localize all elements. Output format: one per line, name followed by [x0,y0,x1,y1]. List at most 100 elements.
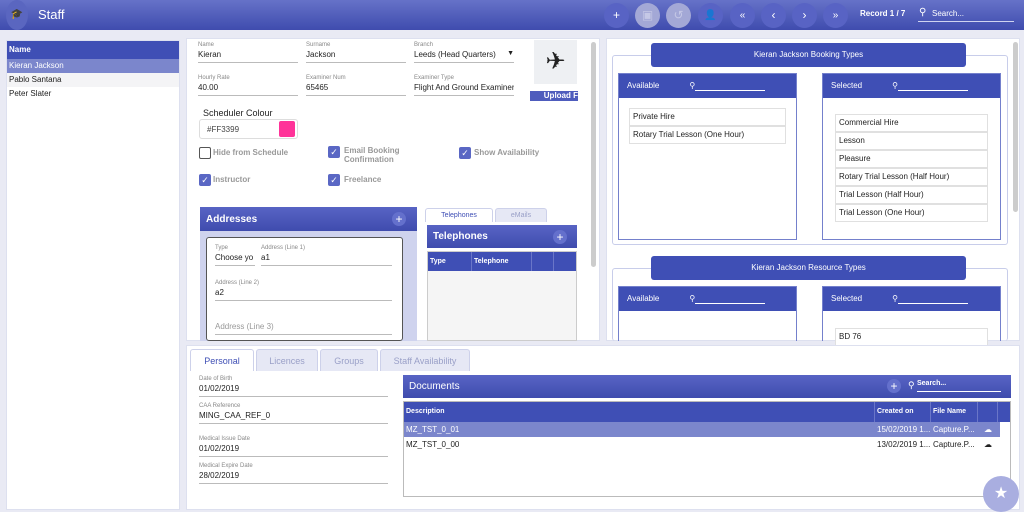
add-address-button[interactable]: + [392,212,406,226]
staff-list: Name Kieran Jackson Pablo Santana Peter … [6,40,180,510]
add-document-button[interactable]: + [887,379,901,393]
page-title: Staff [38,7,65,22]
tab-licences[interactable]: Licences [256,349,318,371]
resource-available-search-input[interactable] [695,294,766,304]
show-availability-checkbox[interactable]: ✓ [459,147,471,159]
address-line2-input[interactable]: a2 [215,286,392,301]
dob-input[interactable]: 01/02/2019 [199,382,388,397]
available-label: Available [627,294,660,303]
colour-swatch[interactable] [279,121,295,137]
list-item[interactable]: Trial Lesson (Half Hour) [835,186,988,204]
documents-header: Description Created on File Name [404,402,1010,422]
addresses-title: Addresses [200,207,417,231]
name-input[interactable]: Kieran [198,48,298,63]
header-search-input[interactable]: Search... [918,6,1014,22]
list-item[interactable]: Pleasure [835,150,988,168]
next-record-button[interactable]: › [792,3,817,28]
email-booking-label: Email Booking Confirmation [344,146,400,164]
available-search[interactable]: ⚲ [689,81,766,91]
add-telephone-button[interactable]: + [553,230,567,244]
column-file-name[interactable]: File Name [931,402,978,422]
scheduler-colour-label: Scheduler Colour [203,108,273,118]
add-button[interactable]: + [604,3,629,28]
address-type-select[interactable]: Choose yo [215,251,255,266]
search-icon: ⚲ [908,380,915,390]
telephones-header: Type Telephone [428,252,576,271]
cell-description: MZ_TST_0_01 [406,425,460,434]
table-row[interactable]: MZ_TST_0_01 15/02/2019 1... Capture.P...… [404,422,1000,437]
address-line1-input[interactable]: a1 [261,251,392,266]
cell-created-on: 15/02/2019 1... [877,425,931,434]
previous-record-button[interactable]: ‹ [761,3,786,28]
save-button[interactable]: ▣ [635,3,660,28]
examiner-num-input[interactable]: 65465 [306,81,406,96]
list-item[interactable]: Pablo Santana [7,73,179,87]
cell-file-name: Capture.P... [933,440,975,449]
tab-staff-availability[interactable]: Staff Availability [380,349,470,371]
available-search-input[interactable] [695,81,766,91]
download-icon[interactable]: ☁ [978,437,998,452]
undo-button[interactable]: ↺ [666,3,691,28]
branch-value: Leeds (Head Quarters) [414,50,496,59]
list-item[interactable]: Lesson [835,132,988,150]
list-item[interactable]: Private Hire [629,108,786,126]
list-item[interactable]: Rotary Trial Lesson (One Hour) [629,126,786,144]
resource-selected-list: Selected ⚲ BD 76 [822,286,1001,346]
medical-issue-input[interactable]: 01/02/2019 [199,442,388,457]
selected-search[interactable]: ⚲ [892,81,968,91]
surname-input[interactable]: Jackson [306,48,406,63]
branch-select[interactable]: Leeds (Head Quarters) ▼ [414,48,514,63]
hourly-rate-input[interactable]: 40.00 [198,81,298,96]
medical-expire-input[interactable]: 28/02/2019 [199,469,388,484]
column-telephone[interactable]: Telephone [472,252,532,271]
staff-logo-icon: 🎓 [6,0,28,30]
upload-photo-button[interactable]: Upload F [530,91,578,101]
hide-from-schedule-checkbox[interactable] [199,147,211,159]
resource-types-title: Kieran Jackson Resource Types [651,256,966,280]
tab-groups[interactable]: Groups [320,349,378,371]
email-booking-checkbox[interactable]: ✓ [328,146,340,158]
column-description[interactable]: Description [404,402,875,422]
scheduler-colour-value: #FF3399 [207,125,240,134]
booking-types-title: Kieran Jackson Booking Types [651,43,966,67]
list-item[interactable]: Peter Slater [7,87,179,101]
column-created-on[interactable]: Created on [875,402,931,422]
selected-search-input[interactable] [898,81,968,91]
resource-selected-search-input[interactable] [898,294,968,304]
types-scrollbar[interactable] [1013,42,1018,212]
list-item[interactable]: Trial Lesson (One Hour) [835,204,988,222]
instructor-checkbox[interactable]: ✓ [199,174,211,186]
list-item[interactable]: Rotary Trial Lesson (Half Hour) [835,168,988,186]
tab-telephones[interactable]: Telephones [425,208,493,222]
booking-available-list: Available ⚲ Private Hire Rotary Trial Les… [618,73,797,240]
tab-personal[interactable]: Personal [190,349,254,371]
tab-emails[interactable]: eMails [495,208,547,222]
first-record-button[interactable]: « [730,3,755,28]
examiner-type-select[interactable]: Flight And Ground Examiner [414,81,514,96]
show-availability-label: Show Availability [474,148,540,157]
address-line3-input[interactable]: Address (Line 3) [215,320,392,335]
selected-label: Selected [831,81,863,90]
resource-available-list: Available ⚲ [618,286,797,341]
table-row[interactable]: MZ_TST_0_00 13/02/2019 1... Capture.P...… [404,437,1000,452]
list-item[interactable]: Commercial Hire [835,114,988,132]
hide-from-schedule-label: Hide from Schedule [213,148,289,157]
cell-file-name: Capture.P... [933,425,975,434]
favorite-star-button[interactable]: ★ [983,476,1019,512]
instructor-label: Instructor [213,175,251,184]
download-icon[interactable]: ☁ [978,422,998,437]
form-scrollbar[interactable] [591,42,596,267]
staff-list-header: Name [7,41,179,59]
freelance-checkbox[interactable]: ✓ [328,174,340,186]
caa-reference-input[interactable]: MING_CAA_REF_0 [199,409,388,424]
column-type[interactable]: Type [428,252,472,271]
staff-photo: ✈ [534,40,577,84]
last-record-button[interactable]: » [823,3,848,28]
booking-selected-list: Selected ⚲ Commercial Hire Lesson Pleasur… [822,73,1001,240]
selected-label: Selected [831,294,863,303]
list-item[interactable]: BD 76 [835,328,988,346]
available-label: Available [627,81,660,90]
list-item[interactable]: Kieran Jackson [7,59,179,73]
documents-search-input[interactable]: Search... [917,380,1001,392]
user-settings-button[interactable]: 👤 [698,3,723,28]
